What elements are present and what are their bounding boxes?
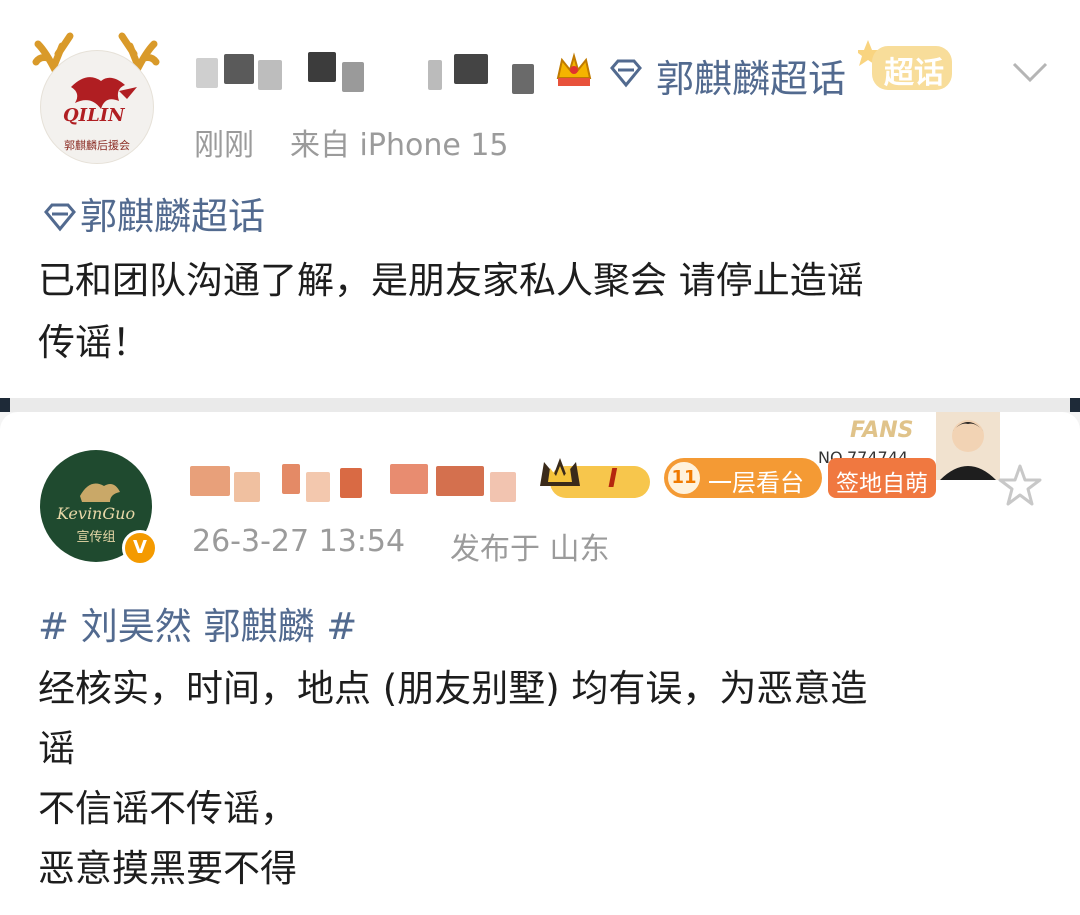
post-body-line-3: 不信谣不传谣， [38,787,297,830]
diamond-icon [610,59,642,88]
avatar-1[interactable]: QILIN 郭麒麟后援会 [26,22,166,164]
fans-label: FANS [850,418,914,443]
blurred-username[interactable] [190,460,530,502]
fan-level-badge[interactable]: 11 一层看台 [664,458,822,498]
fan-level-number: 11 [671,467,697,488]
chevron-down-icon[interactable] [1010,58,1050,88]
blurred-username[interactable] [196,52,546,94]
post-location: 发布于 山东 [450,532,610,567]
verified-mark: V [133,537,147,558]
weibo-post-2: FANS NO.774744 KevinGuo 宣传组 V [0,412,1080,915]
supertopic-tag[interactable]: 超话 [858,36,954,92]
sign-badge[interactable]: 签地自萌 [828,458,936,498]
avatar-caption: 郭麒麟后援会 [64,139,130,152]
avatar-logo-text: QILIN [63,105,125,126]
crown-badge-icon: I [536,456,656,502]
verified-icon: V [122,530,158,566]
fan-rank-label: 一层看台 [708,469,804,497]
level-badge-label: I [608,464,618,494]
supertopic-link[interactable]: 郭麒麟超话 [656,48,846,103]
diamond-icon [44,203,76,232]
sign-badge-label: 签地自萌 [836,471,928,497]
post-body-line-2: 谣 [38,727,75,770]
post-body-line-1: 经核实，时间，地点 (朋友别墅) 均有误，为恶意造 [38,667,868,710]
topic-link[interactable]: 郭麒麟超话 [80,186,265,248]
fan-portrait-icon [936,412,1000,480]
post-body-line-1: 已和团队沟通了解，是朋友家私人聚会 请停止造谣 [38,259,864,302]
star-icon[interactable] [996,462,1044,510]
supertopic-tag-label: 超话 [884,56,944,91]
post-time: 刚刚 [194,128,254,163]
avatar-logo-text: KevinGuo [56,504,136,523]
hashtag-link[interactable]: # 刘昊然 郭麒麟 # [38,596,357,658]
avatar-2[interactable]: KevinGuo 宣传组 V [40,450,158,568]
post-timestamp: 26-3-27 13:54 [192,524,406,559]
crown-badge-icon [552,48,596,92]
post-body-line-4: 恶意摸黑要不得 [38,847,297,890]
post-body-line-2: 传谣！ [38,321,149,364]
post-separator [0,398,1080,412]
weibo-post-1: QILIN 郭麒麟后援会 郭麒麟超话 超话 刚刚 来自 iPhone 15 郭麒… [0,0,1080,398]
post-source: 来自 iPhone 15 [290,128,509,163]
